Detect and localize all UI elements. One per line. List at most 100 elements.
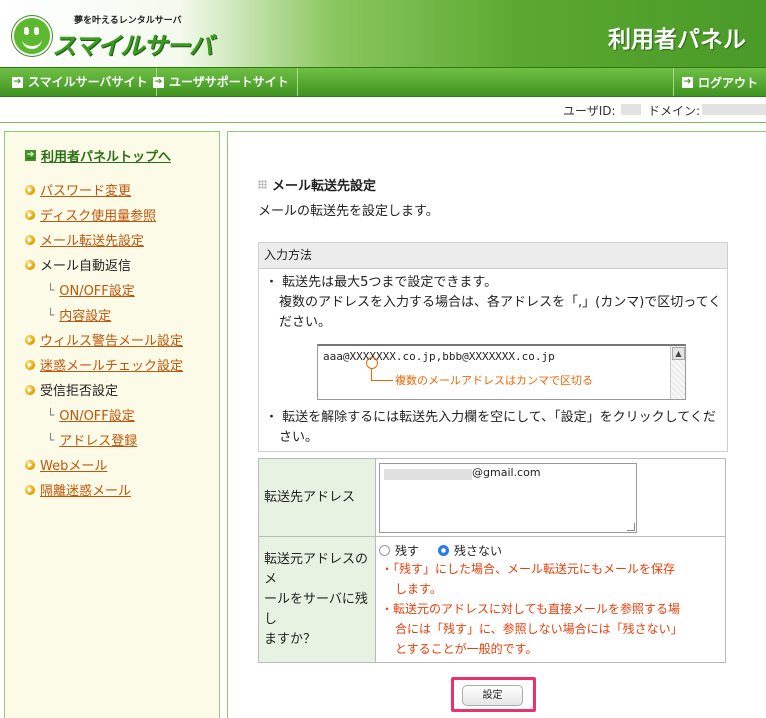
keep-mail-cell: 残す 残さない ・「残す」にした場合、メール転送元にもメールを保存 します。 ・… — [375, 536, 726, 663]
sub-branch-icon: └ — [47, 407, 55, 422]
logout-button[interactable]: ➔ ログアウト — [672, 68, 766, 96]
resize-handle-icon[interactable] — [627, 522, 635, 531]
callout-marker-icon — [366, 357, 378, 369]
keep-label-line: ールをサーバに残し — [264, 591, 368, 627]
sidebar-item-label: ON/OFF設定 — [59, 409, 135, 424]
sub-branch-icon: └ — [47, 432, 55, 447]
arrow-right-icon: ➔ — [12, 76, 23, 88]
sidebar-item-label: 隔離迷惑メール — [40, 484, 132, 499]
nav-smileserver-site[interactable]: ➔ スマイルサーバサイト — [4, 68, 157, 96]
sidebar-item-auto-reply: メール自動返信 — [25, 255, 131, 274]
sidebar-top-link[interactable]: ➔ 利用者パネルトップへ — [25, 146, 171, 165]
bullet-arrow-icon — [25, 384, 35, 395]
keep-options: 残す 残さない — [379, 541, 722, 559]
logout-label: ログアウト — [697, 75, 758, 90]
sub-branch-icon: └ — [47, 282, 55, 297]
howto-line-4: ・ 転送を解除するには転送先入力欄を空にして、「設定」をクリックしてくだ — [265, 410, 716, 425]
smile-logo-icon — [12, 16, 52, 56]
example-scrollbar: ▲ — [670, 346, 685, 399]
note-line: します。 — [395, 582, 442, 596]
howto-line-5: さい。 — [279, 430, 319, 445]
bullet-arrow-icon — [25, 459, 35, 470]
nav-support-site[interactable]: ➔ ユーザサポートサイト — [145, 68, 298, 96]
sidebar-item-label: アドレス登録 — [59, 434, 138, 449]
sidebar-item-password[interactable]: パスワード変更 — [25, 180, 131, 199]
sidebar-item-reject-address[interactable]: └ アドレス登録 — [47, 430, 138, 450]
callout-text: 複数のメールアドレスはカンマで区切る — [395, 374, 593, 387]
bullet-arrow-icon — [25, 359, 35, 370]
keep-mail-label: 転送元アドレスのメ ールをサーバに残し ますか？ — [258, 536, 376, 663]
howto-header: 入力方法 — [259, 243, 727, 269]
radio-keep-label[interactable]: 残す — [395, 542, 419, 559]
bullet-arrow-icon — [25, 234, 35, 245]
section-title: メール転送先設定 — [258, 175, 376, 194]
callout-line — [371, 380, 393, 381]
redacted-email-local — [384, 468, 472, 480]
callout-line — [371, 368, 372, 380]
note-line: ・「残す」にした場合、メール転送元にもメールを保存 — [381, 562, 676, 576]
bullet-arrow-icon — [25, 209, 35, 220]
sidebar-item-reject: 受信拒否設定 — [25, 380, 118, 399]
sub-branch-icon: └ — [47, 307, 55, 322]
nav-label: ユーザサポートサイト — [169, 75, 289, 89]
sidebar-top-label: 利用者パネルトップへ — [41, 150, 172, 165]
sidebar-item-auto-reply-onoff[interactable]: └ ON/OFF設定 — [47, 280, 135, 300]
sidebar-item-label: ウィルス警告メール設定 — [40, 334, 184, 349]
sidebar-item-label: ON/OFF設定 — [59, 284, 135, 299]
radio-keep[interactable] — [379, 544, 390, 556]
form-row-keep: 転送元アドレスのメ ールをサーバに残し ますか？ 残す 残さない ・「残す」にし… — [258, 536, 726, 663]
radio-delete-label[interactable]: 残さない — [454, 542, 502, 559]
bullet-arrow-icon — [25, 184, 35, 195]
logo-tagline: 夢を叶えるレンタルサーバ — [74, 16, 182, 26]
arrow-right-icon: ➔ — [153, 76, 164, 88]
form-row-forward: 転送先アドレス @gmail.com — [258, 458, 726, 537]
sidebar-item-label: 迷惑メールチェック設定 — [40, 359, 184, 374]
radio-delete[interactable] — [438, 544, 450, 556]
note-line: とすることが一般的です。 — [395, 642, 538, 656]
domain-redacted — [702, 104, 766, 115]
note-keep: ・「残す」にした場合、メール転送元にもメールを保存 します。 ・転送元のアドレス… — [379, 559, 722, 659]
forward-form: 転送先アドレス @gmail.com 転送元アドレスのメ ールをサーバに残し ま… — [258, 458, 726, 663]
panel-title: 利用者パネル — [608, 27, 746, 53]
bullet-arrow-icon — [25, 259, 35, 270]
user-info-bar: ユーザID: ドメイン: — [0, 96, 766, 123]
keep-label-line: 転送元アドレスのメ — [264, 551, 369, 587]
submit-button[interactable]: 設定 — [462, 685, 523, 706]
arrow-right-icon: ➔ — [681, 76, 693, 88]
user-id-label: ユーザID: — [563, 104, 616, 118]
arrow-right-icon: ➔ — [25, 150, 36, 161]
sidebar-item-spam-check[interactable]: 迷惑メールチェック設定 — [25, 355, 183, 374]
sidebar-item-label: 内容設定 — [59, 309, 112, 324]
sidebar-item-label: パスワード変更 — [40, 184, 132, 199]
sidebar-item-virus-warning[interactable]: ウィルス警告メール設定 — [25, 330, 183, 349]
example-text: aaa@XXXXXXX.co.jp,bbb@XXXXXXX.co.jp — [323, 350, 555, 363]
sidebar-item-mail-forward[interactable]: メール転送先設定 — [25, 230, 144, 249]
sidebar-item-webmail[interactable]: Webメール — [25, 455, 107, 474]
top-nav: ➔ スマイルサーバサイト ➔ ユーザサポートサイト ➔ ログアウト — [0, 67, 766, 97]
sidebar-item-auto-reply-content[interactable]: └ 内容設定 — [47, 305, 112, 325]
main-content: メール転送先設定 メールの転送先を設定します。 入力方法 ・ 転送先は最大5つま… — [227, 131, 766, 718]
sidebar: ➔ 利用者パネルトップへ パスワード変更 ディスク使用量参照 メール転送先設定 … — [4, 131, 220, 718]
forward-address-value: @gmail.com — [472, 465, 541, 479]
sidebar-item-reject-onoff[interactable]: └ ON/OFF設定 — [47, 405, 135, 425]
bullet-arrow-icon — [25, 484, 35, 495]
logo-name: スマイルサーバ — [52, 32, 213, 60]
howto-box: 入力方法 ・ 転送先は最大5つまで設定できます。 複数のアドレスを入力する場合は… — [258, 242, 728, 452]
section-title-text: メール転送先設定 — [272, 179, 377, 194]
forward-address-label: 転送先アドレス — [258, 458, 376, 537]
forward-address-cell: @gmail.com — [375, 458, 726, 537]
sidebar-item-label: メール転送先設定 — [40, 234, 145, 249]
sidebar-item-disk-usage[interactable]: ディスク使用量参照 — [25, 205, 156, 224]
note-line: ・転送元のアドレスに対しても直接メールを参照する場 — [381, 602, 681, 616]
keep-label-line: ますか？ — [264, 631, 317, 647]
sidebar-item-quarantine[interactable]: 隔離迷惑メール — [25, 480, 131, 499]
sidebar-item-label: メール自動返信 — [40, 259, 132, 274]
dotted-square-icon — [258, 180, 267, 189]
forward-address-textarea[interactable]: @gmail.com — [379, 462, 637, 533]
scroll-up-icon: ▲ — [672, 347, 685, 360]
nav-label: スマイルサーバサイト — [28, 75, 148, 89]
section-description: メールの転送先を設定します。 — [258, 204, 439, 219]
sidebar-item-label: 受信拒否設定 — [40, 384, 119, 399]
note-line: 合には「残す」に、参照しない場合には「残さない」 — [395, 622, 683, 636]
sidebar-item-label: ディスク使用量参照 — [40, 209, 157, 224]
